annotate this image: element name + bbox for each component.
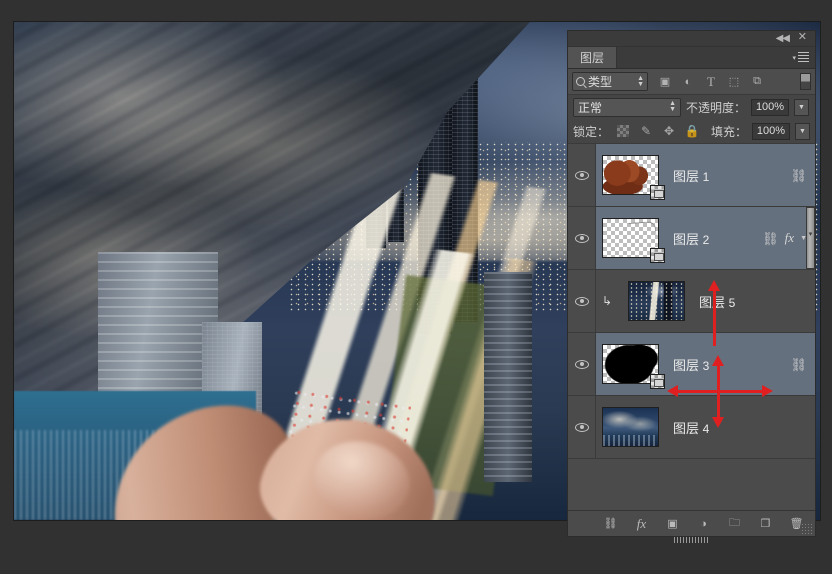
resize-grip[interactable] — [801, 523, 812, 534]
new-layer-button[interactable]: ❐ — [758, 516, 774, 532]
filter-adjustment-icon[interactable]: ◐ — [681, 75, 695, 89]
layer-name[interactable]: 图层 4 — [673, 418, 807, 437]
lock-buttons: ✎ ✥ 🔒 — [617, 124, 700, 138]
lock-all-icon[interactable]: 🔒 — [685, 124, 700, 138]
close-icon[interactable]: ✕ — [798, 32, 807, 43]
fill-label: 填充： — [710, 124, 747, 139]
layers-panel: ◀◀ ✕ 图层 ▾ 类型 ▲ ▼ ▣ ◐ T ⬚ ⧉ 正常 ▲ ▼ 不透明度： … — [567, 30, 816, 543]
filter-smart-object-icon[interactable]: ⧉ — [750, 75, 764, 89]
layer-thumbnail[interactable] — [628, 281, 685, 321]
layer-row-icons: ⛓ — [790, 169, 807, 182]
eye-icon — [574, 422, 589, 432]
layer-mask-thumbnail[interactable] — [650, 374, 665, 389]
table-row[interactable]: 图层 2 ⛓ fx ▼ — [568, 207, 815, 270]
eye-icon — [574, 359, 589, 369]
layer-number-text: 5 — [728, 295, 736, 310]
opacity-input[interactable]: 100% — [751, 98, 790, 116]
filter-type-icons: ▣ ◐ T ⬚ ⧉ — [658, 74, 764, 89]
layer-visibility-toggle[interactable] — [568, 333, 596, 395]
new-adjustment-layer-button[interactable]: ◑ — [696, 516, 712, 532]
panel-tab-row: 图层 ▾ — [568, 47, 815, 69]
layer-name[interactable]: 图层 2 — [673, 229, 762, 248]
fx-icon[interactable]: fx — [785, 230, 794, 246]
collapse-icon[interactable]: ◀◀ — [776, 33, 790, 44]
layer-number-text: 3 — [702, 358, 710, 373]
filter-kind-label: 类型 — [588, 75, 613, 89]
fill-input[interactable]: 100% — [752, 122, 790, 140]
layer-name-text: 图层 — [673, 357, 700, 373]
tab-layers[interactable]: 图层 — [568, 47, 618, 68]
blend-mode-select[interactable]: 正常 ▲ ▼ — [573, 97, 681, 117]
layer-style-fx-button[interactable]: fx — [634, 516, 650, 532]
layer-row-icons: ⛓ fx ▼ — [762, 230, 807, 246]
blend-mode-value: 正常 — [578, 100, 603, 115]
layer-mask-thumbnail[interactable] — [650, 185, 665, 200]
link-icon[interactable]: ⛓ — [790, 358, 807, 371]
layer-thumbnail[interactable] — [602, 155, 665, 200]
layer-visibility-toggle[interactable] — [568, 144, 596, 206]
blend-mode-row: 正常 ▲ ▼ 不透明度： 100% ▼ — [568, 95, 815, 119]
layer-filter-row: 类型 ▲ ▼ ▣ ◐ T ⬚ ⧉ — [568, 69, 815, 95]
layer-name-text: 图层 — [673, 420, 700, 436]
eye-icon — [574, 296, 589, 306]
table-row[interactable]: 图层 4 — [568, 396, 815, 459]
search-icon — [576, 77, 585, 86]
filter-type-icon[interactable]: T — [704, 74, 718, 89]
link-layers-button[interactable]: ⛓ — [603, 516, 619, 532]
link-icon[interactable]: ⛓ — [762, 232, 779, 245]
layer-list-scrollbar[interactable] — [806, 207, 815, 269]
panel-menu-lines — [798, 52, 809, 64]
layer-name[interactable]: 图层 3 — [673, 355, 790, 374]
panel-resize-handle[interactable] — [673, 537, 710, 543]
panel-titlebar: ◀◀ ✕ — [568, 31, 815, 47]
thumbnail-content — [603, 408, 658, 446]
filter-kind-select[interactable]: 类型 ▲ ▼ — [572, 72, 648, 91]
clipping-mask-icon: ↳ — [601, 294, 613, 308]
add-layer-mask-button[interactable]: ▣ — [665, 516, 681, 532]
layer-number-text: 1 — [702, 169, 710, 184]
layer-visibility-toggle[interactable] — [568, 207, 596, 269]
layer-thumbnail[interactable] — [602, 218, 665, 263]
photoshop-window: ◀◀ ✕ 图层 ▾ 类型 ▲ ▼ ▣ ◐ T ⬚ ⧉ 正常 ▲ ▼ 不透明度： … — [0, 0, 832, 574]
layer-thumbnail[interactable] — [602, 407, 659, 447]
filter-enable-toggle[interactable] — [800, 73, 811, 90]
layers-panel-toolbar: ⛓ fx ▣ ◑ 🗀 ❐ 🗑 — [568, 510, 815, 543]
lock-label: 锁定： — [573, 124, 610, 139]
link-icon[interactable]: ⛓ — [790, 169, 807, 182]
layer-name[interactable]: 图层 5 — [699, 292, 807, 311]
chevron-updown-icon: ▲ ▼ — [669, 100, 676, 113]
tab-layers-label: 图层 — [580, 51, 605, 65]
table-row[interactable]: 图层 1 ⛓ — [568, 144, 815, 207]
layer-name-text: 图层 — [699, 294, 726, 310]
new-group-button[interactable]: 🗀 — [727, 516, 743, 532]
opacity-dropdown-icon[interactable]: ▼ — [794, 98, 810, 116]
lock-position-icon[interactable]: ✥ — [663, 124, 675, 138]
layer-list[interactable]: 图层 1 ⛓ 图层 2 ⛓ fx ▼ ↳ 图层 5 图层 3 ⛓ 图层 4 ▾ — [568, 143, 815, 510]
fill-dropdown-icon[interactable]: ▼ — [795, 122, 810, 140]
filter-shape-icon[interactable]: ⬚ — [727, 75, 741, 89]
panel-menu-icon[interactable]: ▾ — [792, 52, 809, 64]
eye-icon — [574, 170, 589, 180]
eye-icon — [574, 233, 589, 243]
layer-visibility-toggle[interactable] — [568, 396, 596, 458]
opacity-label: 不透明度： — [686, 100, 747, 115]
layer-name-text: 图层 — [673, 168, 700, 184]
thumbnail-content — [629, 282, 684, 320]
layer-name-text: 图层 — [673, 231, 700, 247]
layer-number-text: 2 — [702, 232, 710, 247]
table-row[interactable]: ↳ 图层 5 — [568, 270, 815, 333]
table-row[interactable]: 图层 3 ⛓ — [568, 333, 815, 396]
layer-thumbnail[interactable] — [602, 344, 665, 389]
lock-transparent-pixels-icon[interactable] — [617, 125, 630, 137]
layer-number-text: 4 — [702, 421, 710, 436]
filter-pixel-icon[interactable]: ▣ — [658, 75, 672, 89]
layer-row-icons: ⛓ — [790, 358, 807, 371]
layer-mask-thumbnail[interactable] — [650, 248, 665, 263]
panel-menu-caret: ▾ — [792, 54, 796, 62]
layer-name[interactable]: 图层 1 — [673, 166, 790, 185]
lock-image-pixels-icon[interactable]: ✎ — [640, 124, 652, 138]
chevron-updown-icon: ▲ ▼ — [637, 74, 644, 88]
layer-visibility-toggle[interactable] — [568, 270, 596, 332]
lock-row: 锁定： ✎ ✥ 🔒 填充： 100% ▼ — [568, 119, 815, 143]
